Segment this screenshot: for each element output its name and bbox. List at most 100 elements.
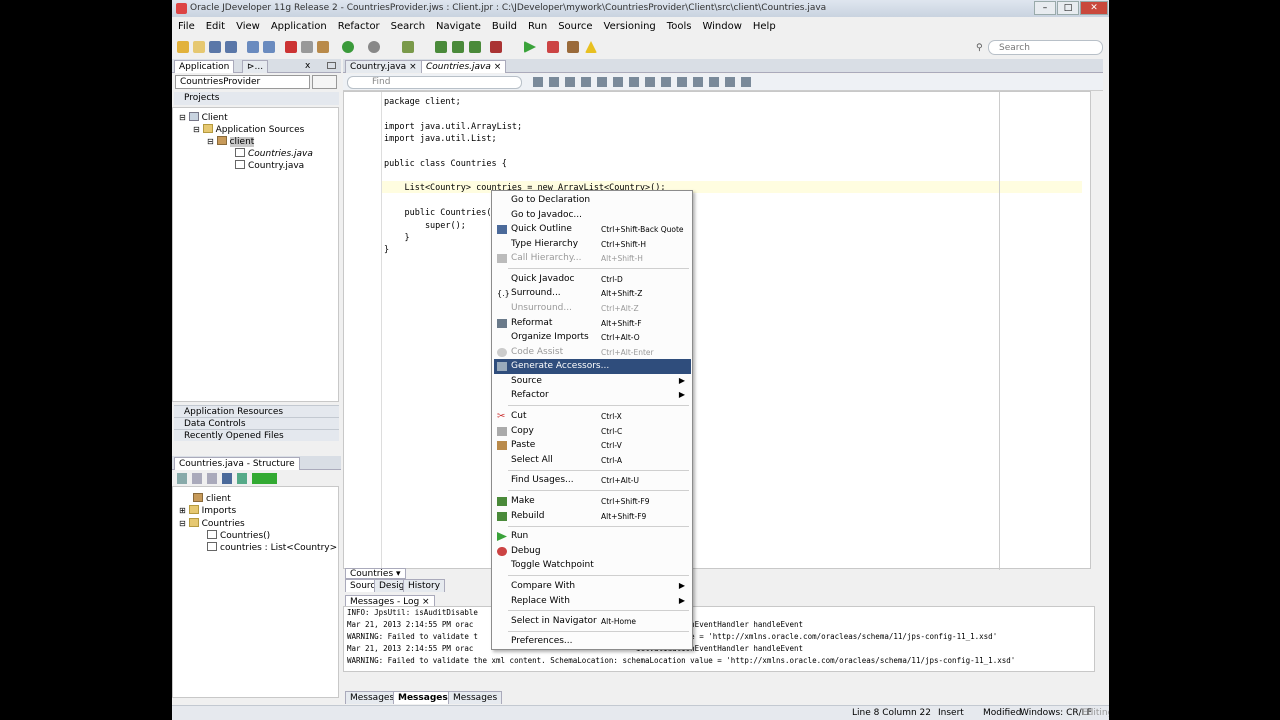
menu-item-find-usages[interactable]: Find Usages... Ctrl+Alt-U [494,473,691,488]
menu-tools[interactable]: Tools [661,18,697,32]
menu-item-surround[interactable]: {.} Surround... Alt+Shift-Z [494,286,691,301]
tree-node-country-java[interactable]: Country.java [235,160,304,171]
menu-versioning[interactable]: Versioning [598,18,661,32]
messages-panel: Messages - Log × INFO: JpsUtil: isAuditD… [343,595,1103,705]
tab-other[interactable]: ⊳... [242,60,269,73]
tab-messages-1[interactable]: Messages [345,691,400,704]
save-all-icon[interactable] [225,41,237,53]
make-icon[interactable] [435,41,447,53]
undo-icon[interactable] [247,41,259,53]
tree-node-countries-java[interactable]: Countries.java [235,148,313,159]
menu-item-copy[interactable]: Copy Ctrl-C [494,424,691,439]
menu-item-debug[interactable]: Debug [494,544,691,559]
save-icon[interactable] [209,41,221,53]
tree-node-client-project[interactable]: ⊟ Client [179,112,228,123]
code-editor[interactable]: package client; import java.util.ArrayLi… [343,91,1091,570]
application-combo[interactable]: CountriesProvider [175,75,310,89]
menu-help[interactable]: Help [747,18,781,32]
paste-icon[interactable] [317,41,329,53]
close-tab-icon[interactable]: x [305,61,310,71]
structure-node-constructor[interactable]: Countries() [207,530,270,541]
copy-icon[interactable] [301,41,313,53]
minimize-button[interactable]: – [1034,1,1056,15]
accordion-application-resources[interactable]: Application Resources [174,405,339,417]
editor-toolbar-icons[interactable] [533,77,753,87]
projects-header[interactable]: Projects [174,92,339,105]
menu-item-compare-with[interactable]: Compare With ▶ [494,579,691,594]
build-all-icon[interactable] [469,41,481,53]
deploy-icon[interactable] [402,41,414,53]
find-input[interactable]: Find [347,76,522,89]
run-icon[interactable] [524,41,536,53]
menu-item-select-in-navigator[interactable]: Select in Navigator Alt-Home [494,614,691,629]
breadcrumb[interactable]: Countries ▾ [345,568,406,579]
menu-item-organize-imports[interactable]: Organize Imports Ctrl+Alt-O [494,330,691,345]
structure-node-field[interactable]: countries : List<Country> [207,542,337,553]
structure-node-client[interactable]: client [193,493,231,504]
new-icon[interactable] [177,41,189,53]
structure-toolbar[interactable] [177,473,277,484]
menu-refactor[interactable]: Refactor [332,18,385,32]
tree-node-client-package[interactable]: ⊟ client [207,136,255,147]
tab-country-java[interactable]: Country.java × [345,60,422,73]
tab-application[interactable]: Application [174,60,235,73]
menu-item-unsurround[interactable]: Unsurround... Ctrl+Alt-Z [494,301,691,316]
open-icon[interactable] [193,41,205,53]
tab-messages-2[interactable]: Messages [393,691,453,704]
menu-item-call-hierarchy[interactable]: Call Hierarchy... Alt+Shift-H [494,251,691,266]
tab-structure[interactable]: Countries.java - Structure [174,457,300,470]
menu-item-code-assist[interactable]: Code Assist Ctrl+Alt-Enter [494,345,691,360]
structure-node-countries[interactable]: ⊟ Countries [179,518,245,529]
menu-item-source[interactable]: Source ▶ [494,374,691,389]
menu-application[interactable]: Application [265,18,332,32]
profile-icon[interactable] [567,41,579,53]
menu-item-paste[interactable]: Paste Ctrl-V [494,438,691,453]
menu-item-preferences[interactable]: Preferences... [494,634,691,649]
tab-messages-3[interactable]: Messages [448,691,503,704]
cut-icon[interactable] [285,41,297,53]
menu-item-go-to-declaration[interactable]: Go to Declaration [494,193,691,208]
back-icon[interactable] [342,41,354,53]
menu-item-go-to-javadoc[interactable]: Go to Javadoc... [494,208,691,223]
menu-navigate[interactable]: Navigate [430,18,486,32]
structure-node-imports[interactable]: ⊞ Imports [179,505,236,516]
debug-icon[interactable] [547,41,559,53]
menu-view[interactable]: View [230,18,265,32]
redo-icon[interactable] [263,41,275,53]
menu-item-refactor[interactable]: Refactor ▶ [494,388,691,403]
menu-item-run[interactable]: Run [494,529,691,544]
menu-item-reformat[interactable]: Reformat Alt+Shift-F [494,316,691,331]
menu-run[interactable]: Run [522,18,552,32]
menu-item-select-all[interactable]: Select All Ctrl-A [494,453,691,468]
menu-file[interactable]: File [172,18,200,32]
menu-item-replace-with[interactable]: Replace With ▶ [494,594,691,609]
tab-countries-java[interactable]: Countries.java × [421,60,507,73]
forward-icon[interactable] [368,41,380,53]
maximize-button[interactable]: □ [1057,1,1079,15]
minimize-panel-icon[interactable] [327,62,336,69]
tree-node-application-sources[interactable]: ⊟ Application Sources [193,124,304,135]
menu-window[interactable]: Window [696,18,746,32]
menu-edit[interactable]: Edit [200,18,230,32]
warning-icon[interactable] [585,41,597,53]
menu-item-make[interactable]: Make Ctrl+Shift-F9 [494,494,691,509]
menu-build[interactable]: Build [486,18,522,32]
menu-item-quick-javadoc[interactable]: Quick Javadoc Ctrl-D [494,272,691,287]
menu-item-rebuild[interactable]: Rebuild Alt+Shift-F9 [494,509,691,524]
stop-icon[interactable] [490,41,502,53]
menu-item-cut[interactable]: ✂ Cut Ctrl-X [494,409,691,424]
menu-item-quick-outline[interactable]: Quick Outline Ctrl+Shift-Back Quote [494,222,691,237]
accordion-data-controls[interactable]: Data Controls [174,417,339,429]
application-menu-button[interactable] [312,75,337,89]
accordion-recently-opened[interactable]: Recently Opened Files [174,429,339,441]
menu-search[interactable]: Search [385,18,430,32]
menu-item-toggle-watchpoint[interactable]: Toggle Watchpoint [494,558,691,573]
close-button[interactable]: ✕ [1080,1,1108,15]
menu-source[interactable]: Source [552,18,597,32]
menu-item-generate-accessors[interactable]: Generate Accessors... [494,359,691,374]
rebuild-icon[interactable] [452,41,464,53]
menu-item-type-hierarchy[interactable]: Type Hierarchy Ctrl+Shift-H [494,237,691,252]
log-output[interactable]: INFO: JpsUtil: isAuditDisable Mar 21, 20… [343,606,1095,672]
search-box[interactable]: ⚲ Search [976,40,1103,55]
tab-history[interactable]: History [403,579,446,592]
